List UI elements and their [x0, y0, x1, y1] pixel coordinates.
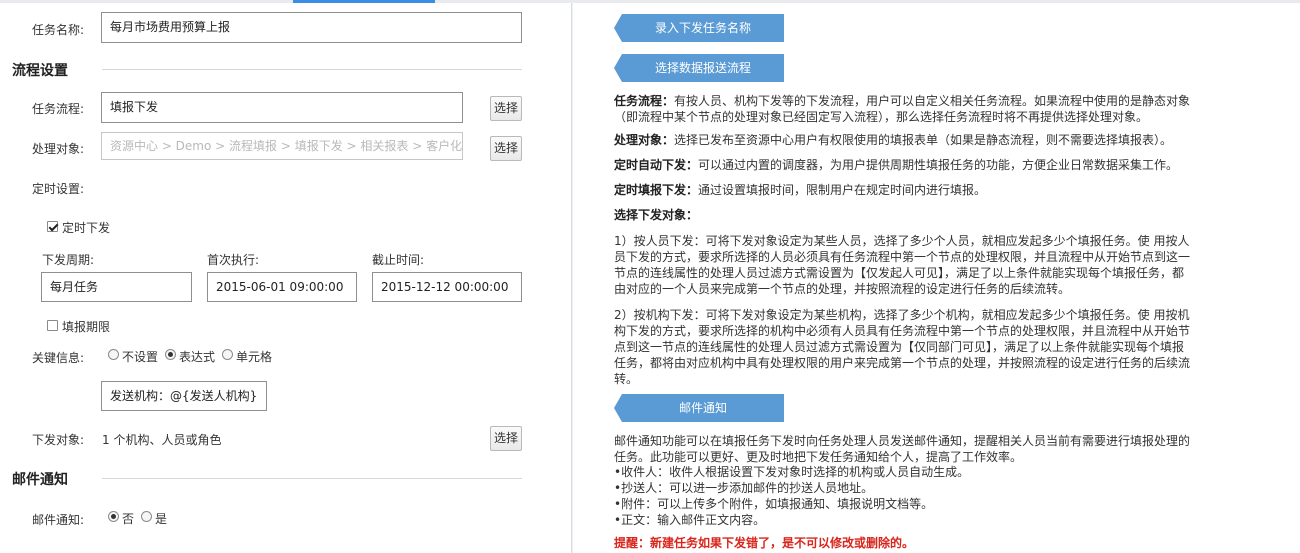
help-para-by-person: 1）按人员下发：可将下发对象设定为某些人员，选择了多少个人员，就相应发起多少个填… — [614, 234, 1191, 296]
timer-checkbox-label: 定时下发 — [62, 221, 111, 235]
dispatch-value: 1 个机构、人员或角色 — [102, 433, 222, 447]
help-para-target-text: 选择已发布至资源中心用户有权限使用的填报表单（如果是静态流程，则不需要选择填报表… — [674, 133, 1173, 147]
help-para-flow-title: 任务流程： — [614, 94, 675, 108]
limit-checkbox-label: 填报期限 — [62, 320, 111, 334]
flow-input[interactable]: 填报下发 — [101, 92, 463, 123]
help-para-target-title: 处理对象： — [614, 133, 675, 147]
task-name-input[interactable]: 每月市场费用预算上报 — [101, 12, 522, 43]
key-expression-input[interactable]: 发送机构：@{发送人机构} — [101, 381, 267, 411]
help-para-auto: 定时自动下发：可以通过内置的调度器，为用户提供周期性填报任务的功能，方便企业日常… — [614, 157, 1204, 173]
first-run-label: 首次执行: — [207, 253, 260, 267]
key-info-label: 关键信息: — [32, 351, 85, 365]
help-para-timed-text: 通过设置填报时间，限制用户在规定时间内进行填报。 — [698, 183, 987, 197]
mail-label: 邮件通知: — [32, 513, 85, 527]
section-mail-title: 邮件通知 — [12, 472, 68, 488]
help-mail-bullet-list: •收件人：收件人根据设置下发对象时选择的机构或人员自动生成。 •抄送人：可以进一… — [614, 464, 1194, 528]
section-flow-title: 流程设置 — [12, 63, 68, 79]
help-mail-bullet: •收件人：收件人根据设置下发对象时选择的机构或人员自动生成。 — [614, 465, 970, 479]
period-input[interactable]: 每月任务 — [41, 272, 192, 302]
key-radio-expression-label: 表达式 — [179, 350, 216, 364]
section-mail-divider — [102, 478, 522, 479]
help-para-target: 处理对象：选择已发布至资源中心用户有权限使用的填报表单（如果是静态流程，则不需要… — [614, 132, 1194, 148]
help-para-timed-title: 定时填报下发： — [614, 183, 699, 197]
help-tag-mail: 邮件通知 — [614, 394, 784, 422]
target-select-button[interactable]: 选择 — [490, 136, 522, 161]
period-label: 下发周期: — [42, 253, 95, 267]
mail-radio-yes-label: 是 — [155, 512, 168, 526]
deadline-input[interactable]: 2015-12-12 00:00:00 — [372, 272, 522, 302]
help-para-mail: 邮件通知功能可以在填报任务下发时向任务处理人员发送邮件通知，提醒相关人员当前有需… — [614, 434, 1191, 464]
section-flow-divider — [102, 69, 522, 70]
help-mail-bullet: •抄送人：可以进一步添加邮件的抄送人员地址。 — [614, 481, 874, 495]
task-name-label: 任务名称: — [32, 23, 85, 37]
help-para-flow-text: 有按人员、机构下发等的下发流程，用户可以自定义相关任务流程。如果流程中使用的是静… — [614, 94, 1191, 124]
key-radio-none-label: 不设置 — [122, 350, 159, 364]
key-radio-cell-label: 单元格 — [236, 350, 273, 364]
key-radio-expression[interactable] — [165, 349, 176, 360]
help-tag-task-name: 录入下发任务名称 — [614, 14, 784, 42]
help-para-auto-title: 定时自动下发： — [614, 158, 699, 172]
target-label: 处理对象: — [32, 142, 85, 156]
target-input[interactable]: 资源中心 > Demo > 流程填报 > 填报下发 > 相关报表 > 客户化de — [101, 132, 463, 160]
dispatch-label: 下发对象: — [32, 433, 85, 447]
mail-radio-yes[interactable] — [141, 511, 152, 522]
task-form-panel: 任务名称: 每月市场费用预算上报 流程设置 任务流程: 填报下发 选择 处理对象… — [0, 3, 572, 553]
help-mail-bullet: •附件：可以上传多个附件，如填报通知、填报说明文档等。 — [614, 497, 934, 511]
first-run-input[interactable]: 2015-06-01 09:00:00 — [207, 272, 357, 302]
help-para-flow: 任务流程：有按人员、机构下发等的下发流程，用户可以自定义相关任务流程。如果流程中… — [614, 93, 1194, 125]
timer-label: 定时设置: — [32, 182, 85, 196]
help-para-timed: 定时填报下发：通过设置填报时间，限制用户在规定时间内进行填报。 — [614, 182, 1194, 198]
mail-radio-no[interactable] — [108, 511, 119, 522]
limit-checkbox[interactable] — [47, 320, 58, 331]
key-radio-none[interactable] — [108, 349, 119, 360]
help-para-dispatch-title: 选择下发对象： — [614, 207, 1194, 223]
help-warning: 提醒：新建任务如果下发错了，是不可以修改或删除的。 — [614, 536, 915, 550]
help-para-by-org: 2）按机构下发：可将下发对象设定为某些机构，选择了多少个机构，就相应发起多少个填… — [614, 308, 1191, 386]
help-dispatch-heading: 选择下发对象： — [614, 208, 699, 222]
help-panel: 录入下发任务名称 选择数据报送流程 任务流程：有按人员、机构下发等的下发流程，用… — [573, 3, 1300, 553]
flow-select-button[interactable]: 选择 — [490, 96, 522, 121]
timer-checkbox[interactable] — [47, 221, 58, 232]
key-radio-cell[interactable] — [222, 349, 233, 360]
help-mail-bullet: •正文：输入邮件正文内容。 — [614, 513, 766, 527]
help-tag-flow: 选择数据报送流程 — [614, 54, 784, 82]
deadline-label: 截止时间: — [372, 253, 425, 267]
mail-radio-no-label: 否 — [122, 512, 135, 526]
help-para-auto-text: 可以通过内置的调度器，为用户提供周期性填报任务的功能，方便企业日常数据采集工作。 — [698, 158, 1179, 172]
flow-label: 任务流程: — [32, 102, 85, 116]
dispatch-select-button[interactable]: 选择 — [490, 426, 522, 451]
